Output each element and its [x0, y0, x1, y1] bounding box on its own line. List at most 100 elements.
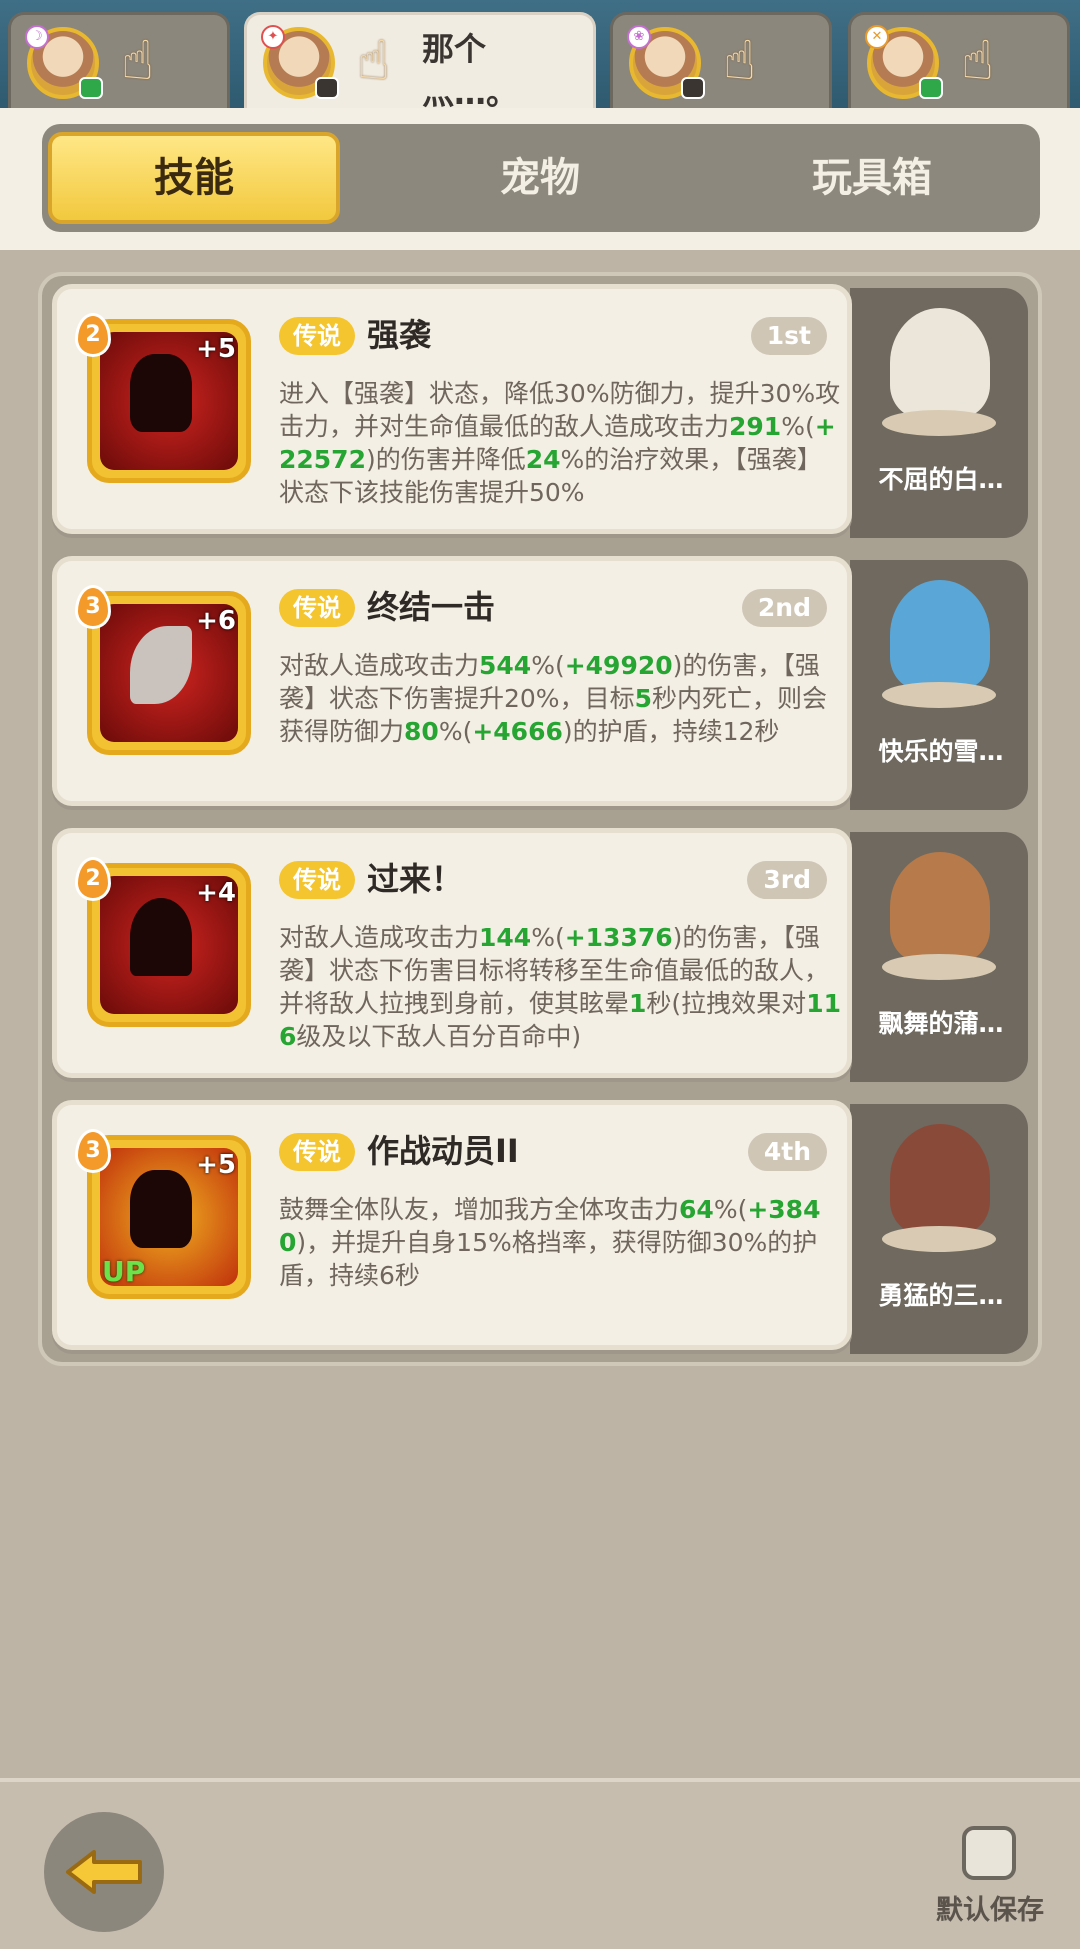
highlight-value: +4666 — [472, 717, 563, 746]
skill-icon[interactable]: +4 — [87, 863, 251, 1027]
skill-order-badge: 1st — [750, 317, 827, 355]
skill-level-bonus: +5 — [196, 334, 236, 364]
pet-name: 飘舞的蒲… — [878, 1009, 1004, 1038]
chat-badge-icon — [919, 77, 943, 99]
description-text: 对敌人造成攻击力 — [279, 923, 480, 952]
skill-level-bonus: +5 — [196, 1150, 236, 1180]
description-text: 级及以下敌人百分百命中) — [296, 1022, 582, 1051]
skill-icon[interactable]: +5 — [87, 319, 251, 483]
energy-cost-badge: 3 — [75, 585, 111, 629]
description-text: )的伤害并降低 — [365, 445, 526, 474]
element-badge-icon: ✕ — [865, 25, 889, 49]
skill-card-1[interactable]: +5 2 传说 强袭 1st 进入【强袭】状态，降低30%防御力，提升30%攻击… — [52, 284, 852, 534]
rarity-badge: 传说 — [279, 1133, 355, 1171]
pet-slot-1[interactable]: 不屈的白… — [850, 288, 1028, 538]
default-save-checkbox[interactable] — [962, 1826, 1016, 1880]
description-text: %( — [531, 923, 565, 952]
element-badge-icon: ✦ — [261, 25, 285, 49]
description-text: %( — [531, 651, 565, 680]
skill-name: 过来！ — [367, 860, 464, 898]
skill-art — [130, 1170, 192, 1248]
element-badge-icon: ❀ — [627, 25, 651, 49]
highlight-value: 64 — [679, 1195, 714, 1224]
back-button[interactable] — [44, 1812, 164, 1932]
back-arrow-icon — [66, 1850, 142, 1894]
pet-slot-2[interactable]: 快乐的雪… — [850, 560, 1028, 810]
rarity-badge: 传说 — [279, 317, 355, 355]
highlight-value: 24 — [525, 445, 561, 474]
hero-avatar: ✦ — [261, 25, 339, 99]
skill-description: 鼓舞全体队友，增加我方全体攻击力64%(+3840)，并提升自身15%格挡率，获… — [279, 1193, 841, 1292]
chat-badge-icon — [315, 77, 339, 99]
element-badge-icon: ☽ — [25, 25, 49, 49]
skill-name: 作战动员II — [367, 1132, 519, 1170]
tap-hand-icon: ☝ — [121, 29, 154, 92]
description-text: )，并提升自身15%格挡率，获得防御30%的护盾，持续6秒 — [279, 1228, 818, 1290]
chat-badge-icon — [681, 77, 705, 99]
tap-hand-icon: ☝ — [961, 29, 994, 92]
skill-order-badge: 2nd — [741, 589, 827, 627]
description-text: 秒(拉拽效果对 — [646, 989, 807, 1018]
rarity-badge: 传说 — [279, 861, 355, 899]
hero-tab-1[interactable]: ☽ ☝ — [8, 12, 230, 112]
description-text: %( — [438, 717, 473, 746]
skill-level-bonus: +6 — [196, 606, 236, 636]
tap-hand-icon: ☝ — [723, 29, 756, 92]
hero-tab-3[interactable]: ❀ ☝ — [610, 12, 832, 112]
skill-name: 终结一击 — [367, 588, 496, 626]
upgrade-badge: UP — [102, 1255, 146, 1288]
skill-description: 对敌人造成攻击力144%(+13376)的伤害，【强袭】状态下伤害目标将转移至生… — [279, 921, 841, 1053]
description-text: %( — [713, 1195, 748, 1224]
pet-name: 勇猛的三… — [878, 1281, 1004, 1310]
default-save-label: 默认保存 — [936, 1895, 1044, 1926]
pet-base — [882, 954, 996, 980]
pet-base — [882, 682, 996, 708]
pet-figure — [890, 308, 990, 418]
skill-icon[interactable]: +5 UP — [87, 1135, 251, 1299]
hero-name: 那个灬…。 — [422, 30, 519, 112]
skill-level-bonus: +4 — [196, 878, 236, 908]
pet-slot-4[interactable]: 勇猛的三… — [850, 1104, 1028, 1354]
energy-cost-badge: 2 — [75, 857, 111, 901]
description-text: %( — [781, 412, 815, 441]
pet-name: 快乐的雪… — [878, 737, 1004, 766]
hero-tab-2[interactable]: ✦ ☝ 那个灬…。 — [244, 12, 596, 122]
tap-hand-icon: ☝ — [357, 29, 390, 92]
skill-icon[interactable]: +6 — [87, 591, 251, 755]
energy-cost-badge: 2 — [75, 313, 111, 357]
skill-name: 强袭 — [367, 316, 432, 354]
skill-art — [130, 898, 192, 976]
highlight-value: 544 — [479, 651, 532, 680]
tab-skills[interactable]: 技能 — [48, 132, 340, 224]
pet-base — [882, 1226, 996, 1252]
skill-card-3[interactable]: +4 2 传说 过来！ 3rd 对敌人造成攻击力144%(+13376)的伤害，… — [52, 828, 852, 1078]
hero-avatar: ✕ — [865, 25, 943, 99]
pet-slot-3[interactable]: 飘舞的蒲… — [850, 832, 1028, 1082]
tab-toybox[interactable]: 玩具箱 — [726, 132, 1018, 224]
highlight-value: 291 — [729, 412, 782, 441]
highlight-value: 5 — [634, 684, 652, 713]
highlight-value: +13376 — [564, 923, 673, 952]
skill-art — [130, 354, 192, 432]
hero-avatar: ❀ — [627, 25, 705, 99]
highlight-value: 1 — [629, 989, 647, 1018]
rarity-badge: 传说 — [279, 589, 355, 627]
pet-figure — [890, 580, 990, 690]
description-text: )的护盾，持续12秒 — [562, 717, 780, 746]
description-text: 对敌人造成攻击力 — [279, 651, 480, 680]
description-text: 鼓舞全体队友，增加我方全体攻击力 — [279, 1195, 680, 1224]
tab-pets[interactable]: 宠物 — [394, 132, 686, 224]
chat-badge-icon — [79, 77, 103, 99]
skill-description: 进入【强袭】状态，降低30%防御力，提升30%攻击力，并对生命值最低的敌人造成攻… — [279, 377, 841, 509]
highlight-value: 80 — [404, 717, 439, 746]
highlight-value: +49920 — [564, 651, 673, 680]
energy-cost-badge: 3 — [75, 1129, 111, 1173]
skill-card-4[interactable]: +5 UP 3 传说 作战动员II 4th 鼓舞全体队友，增加我方全体攻击力64… — [52, 1100, 852, 1350]
highlight-value: 144 — [479, 923, 532, 952]
skill-order-badge: 4th — [747, 1133, 827, 1171]
skill-card-2[interactable]: +6 3 传说 终结一击 2nd 对敌人造成攻击力544%(+49920)的伤害… — [52, 556, 852, 806]
hero-tab-4[interactable]: ✕ ☝ — [848, 12, 1070, 112]
category-tabbar: 技能 宠物 玩具箱 — [42, 124, 1040, 232]
pet-figure — [890, 852, 990, 962]
skill-order-badge: 3rd — [747, 861, 827, 899]
